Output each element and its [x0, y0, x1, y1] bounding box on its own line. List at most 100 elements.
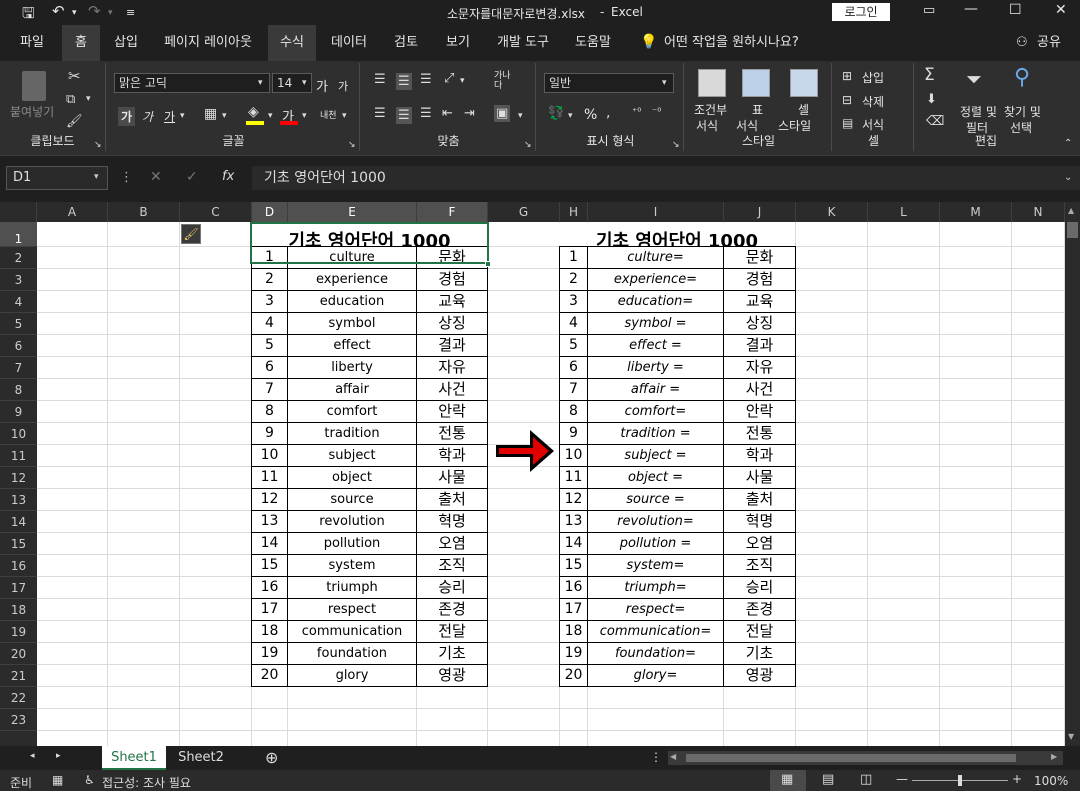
borders-icon[interactable]: ▦: [204, 107, 217, 121]
paste-options-icon[interactable]: 🖌: [181, 224, 201, 244]
left-table-cell-korean[interactable]: 승리: [416, 576, 488, 599]
column-header-a[interactable]: A: [37, 202, 108, 222]
page-layout-view-icon[interactable]: ▤: [822, 772, 834, 787]
right-table-cell-english[interactable]: liberty =: [587, 356, 724, 379]
copy-icon[interactable]: ⧉: [66, 93, 75, 106]
left-table-cell-english[interactable]: symbol: [287, 312, 417, 335]
comma-style-icon[interactable]: ,: [606, 106, 610, 120]
row-header-20[interactable]: 20: [0, 643, 37, 665]
row-header-22[interactable]: 22: [0, 687, 37, 709]
font-launcher-icon[interactable]: ↘: [348, 141, 356, 150]
select-all-corner[interactable]: [0, 202, 37, 222]
right-table-cell-number[interactable]: 2: [559, 268, 588, 291]
right-table-cell-number[interactable]: 5: [559, 334, 588, 357]
right-table-cell-number[interactable]: 1: [559, 246, 588, 269]
sheet-tab-sheet2[interactable]: Sheet2: [170, 746, 232, 770]
column-header-d[interactable]: D: [252, 202, 288, 222]
name-box[interactable]: D1: [6, 166, 108, 190]
right-table-cell-korean[interactable]: 기초: [723, 642, 796, 665]
tab-file[interactable]: 파일: [8, 25, 56, 61]
zoom-out-icon[interactable]: —: [896, 772, 908, 786]
right-table-cell-english[interactable]: glory=: [587, 664, 724, 687]
right-table-cell-korean[interactable]: 승리: [723, 576, 796, 599]
left-table-cell-korean[interactable]: 오염: [416, 532, 488, 555]
left-table-cell-number[interactable]: 14: [251, 532, 288, 555]
right-table-cell-korean[interactable]: 결과: [723, 334, 796, 357]
tab-view[interactable]: 보기: [436, 25, 480, 61]
row-header-1[interactable]: 1: [0, 222, 37, 247]
decrease-decimal-icon[interactable]: ⁻⁰: [652, 108, 661, 118]
bold-button[interactable]: 가: [118, 107, 136, 126]
row-header-18[interactable]: 18: [0, 599, 37, 621]
format-as-table-label-1[interactable]: 표: [752, 101, 763, 118]
left-table-cell-number[interactable]: 2: [251, 268, 288, 291]
right-table-cell-korean[interactable]: 전달: [723, 620, 796, 643]
left-table-cell-english[interactable]: object: [287, 466, 417, 489]
sort-filter-label-1[interactable]: 정렬 및: [960, 103, 997, 120]
left-table-cell-english[interactable]: respect: [287, 598, 417, 621]
right-table-cell-english[interactable]: foundation=: [587, 642, 724, 665]
font-size-dropdown-icon[interactable]: ▾: [302, 79, 307, 88]
confirm-formula-icon[interactable]: ✓: [186, 169, 198, 185]
row-header-23[interactable]: 23: [0, 709, 37, 731]
left-table-cell-korean[interactable]: 혁명: [416, 510, 488, 533]
right-table-cell-english[interactable]: experience=: [587, 268, 724, 291]
column-header-c[interactable]: C: [180, 202, 252, 222]
left-table-cell-english[interactable]: foundation: [287, 642, 417, 665]
fill-color-dropdown-icon[interactable]: ▾: [268, 112, 273, 121]
left-table-cell-number[interactable]: 10: [251, 444, 288, 467]
row-header-8[interactable]: 8: [0, 379, 37, 401]
right-table-cell-english[interactable]: affair =: [587, 378, 724, 401]
clipboard-launcher-icon[interactable]: ↘: [94, 141, 102, 150]
insert-function-icon[interactable]: fx: [222, 169, 234, 184]
right-table-cell-english[interactable]: education=: [587, 290, 724, 313]
left-table-cell-english[interactable]: pollution: [287, 532, 417, 555]
redo-dropdown-icon[interactable]: ▾: [108, 8, 113, 18]
left-table-cell-number[interactable]: 5: [251, 334, 288, 357]
borders-dropdown-icon[interactable]: ▾: [222, 112, 227, 121]
right-table-cell-number[interactable]: 7: [559, 378, 588, 401]
tab-review[interactable]: 검토: [384, 25, 428, 61]
right-table-cell-english[interactable]: object =: [587, 466, 724, 489]
right-table-cell-korean[interactable]: 혁명: [723, 510, 796, 533]
row-header-12[interactable]: 12: [0, 467, 37, 489]
column-header-b[interactable]: B: [108, 202, 180, 222]
left-table-cell-korean[interactable]: 전통: [416, 422, 488, 445]
right-table-cell-korean[interactable]: 자유: [723, 356, 796, 379]
left-table-cell-number[interactable]: 17: [251, 598, 288, 621]
left-table-cell-number[interactable]: 19: [251, 642, 288, 665]
row-header-13[interactable]: 13: [0, 489, 37, 511]
accessibility-status[interactable]: 접근성: 조사 필요: [102, 774, 191, 791]
right-table-cell-number[interactable]: 16: [559, 576, 588, 599]
right-table-cell-korean[interactable]: 교육: [723, 290, 796, 313]
scroll-down-icon[interactable]: ▼: [1068, 732, 1074, 741]
left-table-cell-english[interactable]: triumph: [287, 576, 417, 599]
row-header-10[interactable]: 10: [0, 423, 37, 445]
left-table-cell-number[interactable]: 4: [251, 312, 288, 335]
right-table-cell-number[interactable]: 4: [559, 312, 588, 335]
column-header-i[interactable]: I: [588, 202, 724, 222]
row-header-17[interactable]: 17: [0, 577, 37, 599]
left-table-cell-korean[interactable]: 안락: [416, 400, 488, 423]
column-header-j[interactable]: J: [724, 202, 796, 222]
scroll-left-icon[interactable]: ◀: [670, 752, 676, 761]
find-select-label-1[interactable]: 찾기 및: [1004, 103, 1041, 120]
column-header-f[interactable]: F: [417, 202, 488, 222]
login-button[interactable]: 로그인: [832, 3, 890, 21]
row-header-2[interactable]: 2: [0, 247, 37, 269]
accounting-icon[interactable]: 💱: [548, 107, 564, 120]
align-right-icon[interactable]: ☰: [420, 107, 432, 120]
cell-styles-label-1[interactable]: 셀: [798, 101, 809, 118]
left-table-cell-korean[interactable]: 영광: [416, 664, 488, 687]
right-table-cell-korean[interactable]: 전통: [723, 422, 796, 445]
tab-page-layout[interactable]: 페이지 레이아웃: [152, 25, 264, 61]
left-table-cell-number[interactable]: 7: [251, 378, 288, 401]
fill-handle[interactable]: [485, 261, 491, 267]
paste-label[interactable]: 붙여넣기: [10, 103, 54, 120]
left-table-cell-korean[interactable]: 조직: [416, 554, 488, 577]
page-break-view-icon[interactable]: ◫: [860, 772, 872, 787]
right-table-cell-korean[interactable]: 오염: [723, 532, 796, 555]
increase-decimal-icon[interactable]: ⁺⁰: [632, 108, 641, 118]
left-table-cell-korean[interactable]: 학과: [416, 444, 488, 467]
tab-help[interactable]: 도움말: [566, 25, 620, 61]
